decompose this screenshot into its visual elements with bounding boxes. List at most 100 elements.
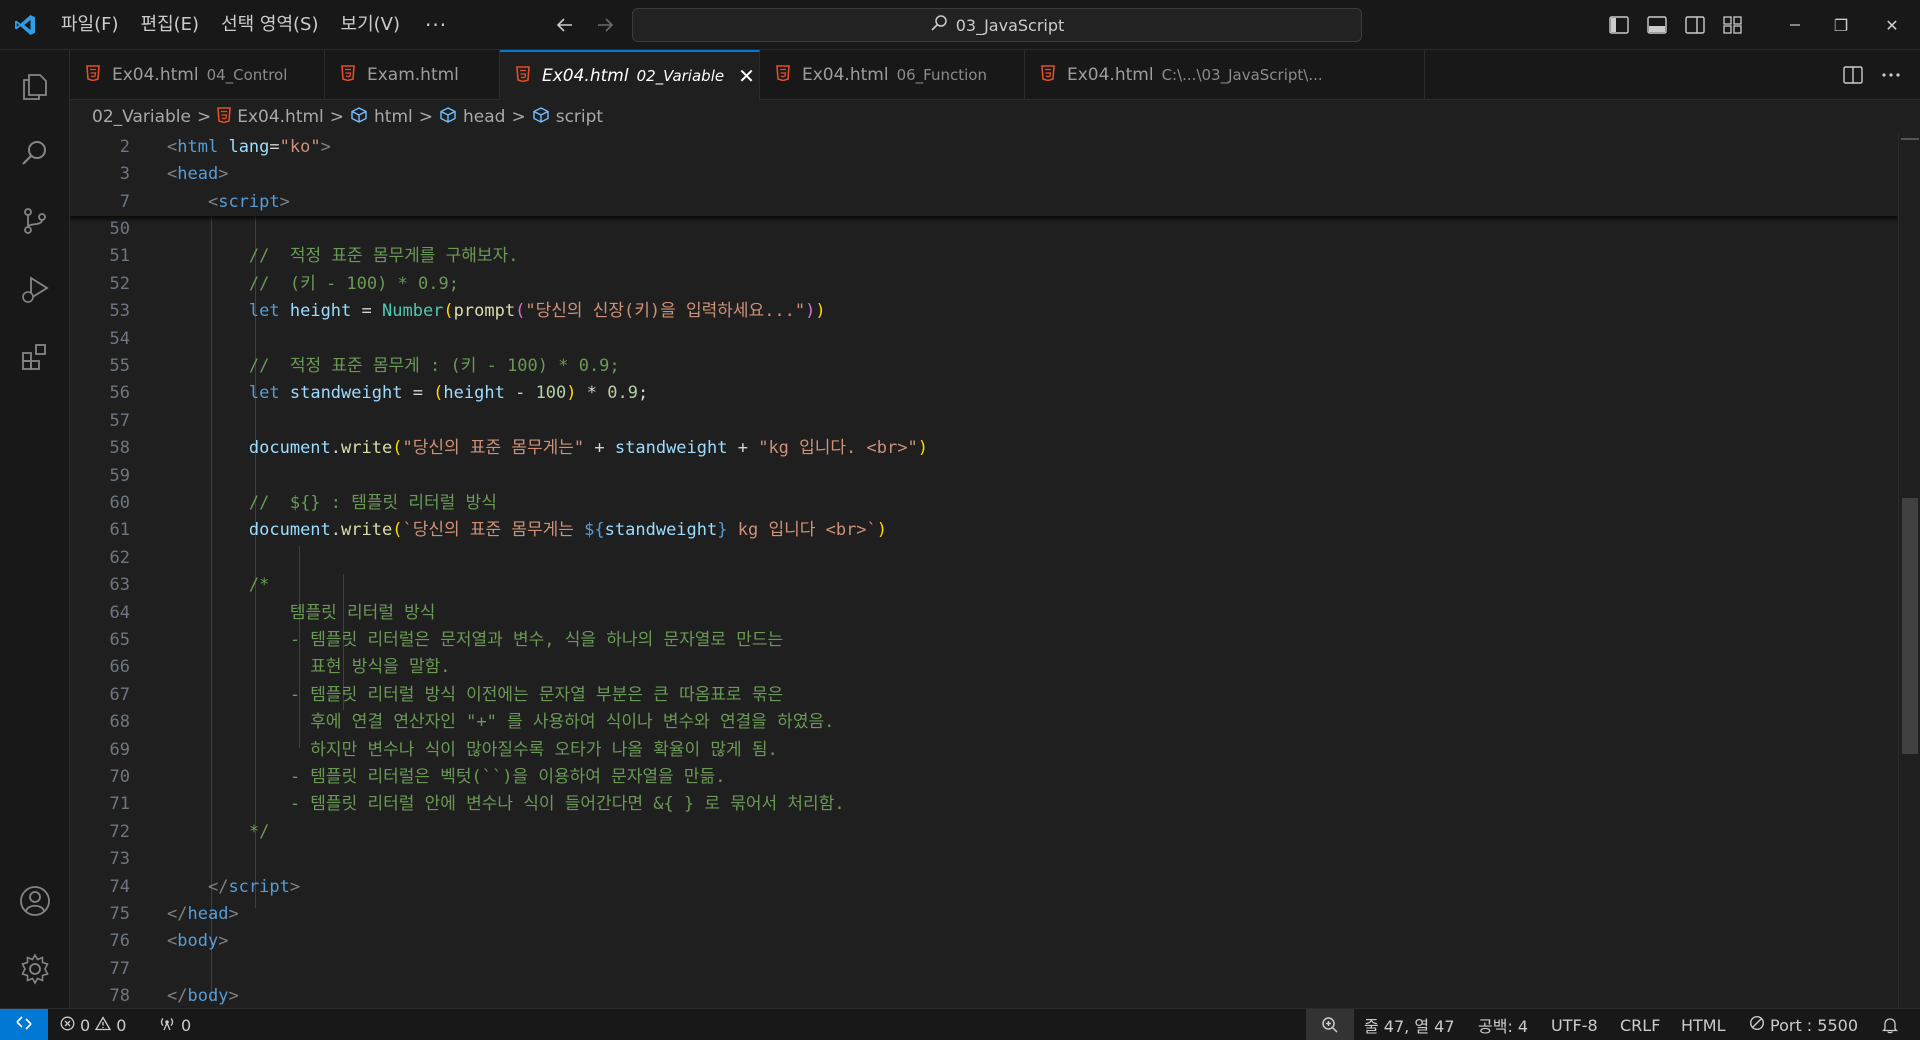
close-window-icon[interactable]: ✕ — [1864, 0, 1920, 50]
code-line[interactable]: 62 — [70, 545, 1898, 572]
code-token: } — [717, 520, 728, 541]
code-line[interactable]: 51 // 적정 표준 몸무게를 구해보자. — [70, 243, 1898, 270]
code-line[interactable]: 53 let height = Number(prompt("당신의 신장(키)… — [70, 298, 1898, 325]
indentation[interactable]: 공백: 4 — [1478, 1009, 1528, 1040]
remote-indicator[interactable] — [0, 1009, 48, 1040]
port-label: Port : 5500 — [1770, 1015, 1858, 1035]
code-line[interactable]: 57 — [70, 408, 1898, 435]
code-line[interactable]: 78 </body> — [70, 983, 1898, 1008]
line-code: <html lang="ko"> — [167, 134, 331, 161]
code-line[interactable]: 75 </head> — [70, 901, 1898, 928]
toggle-primary-sidebar-icon[interactable] — [1600, 0, 1638, 50]
menu-view[interactable]: 보기(V) — [330, 0, 411, 50]
restore-icon[interactable]: ❐ — [1818, 0, 1864, 50]
customize-layout-icon[interactable] — [1714, 0, 1752, 50]
tab-ex04-path[interactable]: Ex04.html C:\...\03_JavaScript\... — [1025, 50, 1425, 100]
code-line[interactable]: 77 — [70, 956, 1898, 983]
code-line[interactable]: 7 <script> — [70, 188, 1898, 216]
menu-file[interactable]: 파일(F) — [50, 0, 130, 50]
code-token: ) — [917, 438, 928, 459]
tab-ex04-control[interactable]: Ex04.html 04_Control — [70, 50, 325, 100]
code-line[interactable]: 65 - 템플릿 리터럴은 문저열과 변수, 식을 하나의 문자열로 만드는 — [70, 627, 1898, 654]
breadcrumb-file[interactable]: Ex04.html — [217, 106, 324, 128]
code-token: = — [269, 137, 280, 157]
split-editor-icon[interactable] — [1834, 50, 1872, 100]
tab-ex04-variable-active[interactable]: Ex04.html 02_Variable ✕ — [500, 50, 760, 100]
back-arrow-icon[interactable] — [551, 11, 579, 39]
html-file-icon — [776, 64, 790, 86]
code-token: standweight — [604, 520, 718, 541]
ports-indicator[interactable]: 0 — [158, 1009, 191, 1040]
explorer-icon[interactable] — [0, 54, 70, 116]
tab-ex04-function[interactable]: Ex04.html 06_Function — [760, 50, 1025, 100]
breadcrumb-folder[interactable]: 02_Variable — [92, 107, 191, 127]
live-server-port[interactable]: Port : 5500 — [1749, 1009, 1858, 1040]
problems-indicator[interactable]: 0 0 — [60, 1009, 126, 1040]
breadcrumb-symbol-head[interactable]: head — [439, 106, 505, 129]
close-icon[interactable]: ✕ — [738, 64, 755, 88]
minimize-icon[interactable] — [1772, 0, 1818, 50]
menu-more-button[interactable]: ··· — [411, 0, 461, 50]
code-line[interactable]: 54 — [70, 326, 1898, 353]
code-line[interactable]: 72 */ — [70, 819, 1898, 846]
code-line[interactable]: 58 document.write("당신의 표준 몸무게는" + standw… — [70, 435, 1898, 462]
zoom-icon[interactable] — [1306, 1009, 1354, 1040]
code-line[interactable]: 70 - 템플릿 리터럴은 벡텃(``)을 이용하여 문자열을 만듦. — [70, 764, 1898, 791]
forward-arrow-icon[interactable] — [591, 11, 619, 39]
extensions-icon[interactable] — [0, 326, 70, 388]
manage-gear-icon[interactable] — [0, 938, 70, 1000]
code-line[interactable]: 60 // ${} : 템플릿 리터럴 방식 — [70, 490, 1898, 517]
language-mode[interactable]: HTML — [1681, 1009, 1726, 1040]
code-token: `당신의 표준 몸무게는 — [402, 520, 585, 541]
code-token: document — [248, 438, 331, 459]
code-line[interactable]: 66 표현 방식을 말함. — [70, 654, 1898, 681]
code-line[interactable]: 69 하지만 변수나 식이 많아질수록 오타가 나올 확율이 많게 됨. — [70, 737, 1898, 764]
menu-edit[interactable]: 편집(E) — [130, 0, 211, 50]
code-token: < — [167, 931, 178, 952]
code-token: standweight — [614, 438, 728, 459]
code-line[interactable]: 63 /* — [70, 572, 1898, 599]
encoding[interactable]: UTF-8 — [1551, 1009, 1598, 1040]
scrollbar-thumb[interactable] — [1902, 498, 1918, 754]
title-bar: 파일(F) 편집(E) 선택 영역(S) 보기(V) ··· 03_JavaSc… — [0, 0, 1920, 50]
symbol-cube-icon — [350, 106, 368, 129]
run-and-debug-icon[interactable] — [0, 258, 70, 320]
code-token: > — [289, 876, 301, 897]
code-line[interactable]: 2 <html lang="ko"> — [70, 134, 1898, 161]
toggle-secondary-sidebar-icon[interactable] — [1676, 0, 1714, 50]
code-line[interactable]: 59 — [70, 463, 1898, 490]
vertical-scrollbar[interactable] — [1898, 134, 1920, 1008]
line-code: // ${} : 템플릿 리터럴 방식 — [167, 490, 497, 517]
source-control-icon[interactable] — [0, 190, 70, 252]
code-line[interactable]: 50 — [70, 216, 1898, 243]
line-code: document.write("당신의 표준 몸무게는" + standweig… — [167, 435, 928, 462]
code-line[interactable]: 55 // 적정 표준 몸무게 : (키 - 100) * 0.9; — [70, 353, 1898, 380]
search-icon[interactable] — [0, 122, 70, 184]
code-line[interactable]: 73 — [70, 846, 1898, 873]
breadcrumb-symbol-html[interactable]: html — [350, 106, 413, 129]
notifications-bell-icon[interactable] — [1882, 1009, 1898, 1040]
toggle-panel-icon[interactable] — [1638, 0, 1676, 50]
code-line[interactable]: 71 - 템플릿 리터럴 안에 변수나 식이 들어간다면 &{ } 로 묶어서 … — [70, 791, 1898, 818]
code-editor[interactable]: 50 51 // 적정 표준 몸무게를 구해보자. 52 // (키 - 100) … — [70, 134, 1898, 1008]
code-line[interactable]: 64 템플릿 리터럴 방식 — [70, 600, 1898, 627]
tab-exam[interactable]: Exam.html — [325, 50, 500, 100]
code-line[interactable]: 3 <head> — [70, 161, 1898, 189]
sticky-scroll-header[interactable]: 2 <html lang="ko"> 3 <head> 7 <script> — [70, 134, 1898, 216]
menu-selection[interactable]: 선택 영역(S) — [210, 0, 329, 50]
code-line[interactable]: 76 <body> — [70, 928, 1898, 955]
code-line[interactable]: 68 후에 연결 연산자인 "+" 를 사용하여 식이나 변수와 연결을 하였음… — [70, 709, 1898, 736]
code-line[interactable]: 56 let standweight = (height - 100) * 0.… — [70, 380, 1898, 407]
cursor-position[interactable]: 줄 47, 열 47 — [1364, 1009, 1455, 1040]
code-line[interactable]: 52 // (키 - 100) * 0.9; — [70, 271, 1898, 298]
end-of-line[interactable]: CRLF — [1620, 1009, 1660, 1040]
command-center-search[interactable]: 03_JavaScript — [632, 8, 1362, 42]
code-line[interactable]: 74 </script> — [70, 874, 1898, 901]
code-line[interactable]: 61 document.write(`당신의 표준 몸무게는 ${standwe… — [70, 517, 1898, 544]
line-number: 53 — [109, 301, 130, 322]
code-line[interactable]: 67 - 템플릿 리터럴 방식 이전에는 문자열 부분은 큰 따옴표로 묶은 — [70, 682, 1898, 709]
more-actions-icon[interactable] — [1872, 50, 1910, 100]
accounts-icon[interactable] — [0, 870, 70, 932]
breadcrumb-symbol-script[interactable]: script — [532, 106, 603, 129]
